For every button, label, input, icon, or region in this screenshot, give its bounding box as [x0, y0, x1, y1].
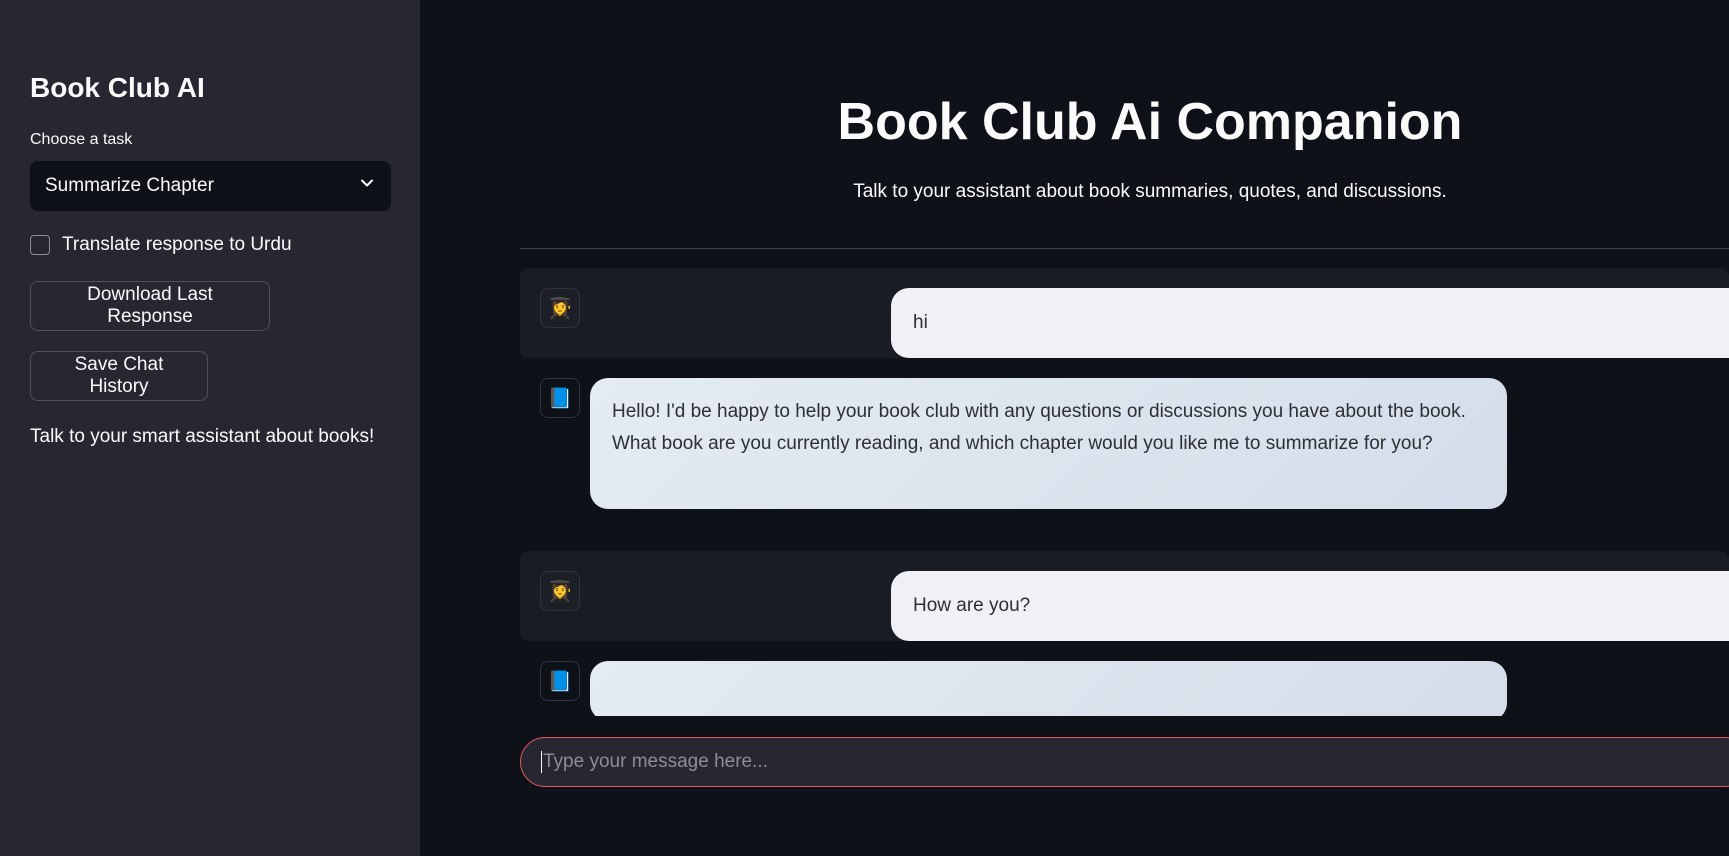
- chevron-down-icon: [359, 175, 375, 197]
- student-avatar-icon: 👩‍🎓: [540, 571, 580, 611]
- user-message-bubble: hi: [891, 288, 1729, 358]
- assistant-message-bubble: Hello! I'd be happy to help your book cl…: [590, 378, 1507, 509]
- save-chat-history-button[interactable]: Save Chat History: [30, 351, 208, 401]
- sidebar: Book Club AI Choose a task Summarize Cha…: [0, 0, 420, 856]
- chat-message-user: 👩‍🎓 How are you?: [520, 551, 1729, 641]
- task-select-label: Choose a task: [30, 131, 133, 148]
- page-title: Book Club Ai Companion: [837, 93, 1463, 151]
- translate-urdu-checkbox[interactable]: [30, 235, 50, 255]
- student-avatar-icon: 👩‍🎓: [540, 288, 580, 328]
- user-message-bubble: How are you?: [891, 571, 1729, 641]
- chat-message-assistant: 📘 Hello! I'd be happy to help your book …: [520, 378, 1729, 522]
- download-last-response-button[interactable]: Download Last Response: [30, 281, 270, 331]
- translate-urdu-label: Translate response to Urdu: [62, 234, 292, 255]
- blue-book-icon: 📘: [540, 378, 580, 418]
- page-subtitle: Talk to your assistant about book summar…: [853, 181, 1447, 202]
- sidebar-tagline: Talk to your smart assistant about books…: [30, 426, 375, 447]
- task-select-value: Summarize Chapter: [45, 175, 214, 196]
- chat-message-user: 👩‍🎓 hi: [520, 268, 1729, 358]
- sidebar-title: Book Club AI: [30, 72, 205, 103]
- task-select[interactable]: Summarize Chapter: [30, 161, 391, 211]
- blue-book-icon: 📘: [540, 661, 580, 701]
- chat-history[interactable]: 👩‍🎓 hi 📘 Hello! I'd be happy to help you…: [520, 268, 1729, 716]
- chat-input[interactable]: [541, 751, 1729, 773]
- chat-input-container[interactable]: [520, 737, 1729, 787]
- translate-urdu-option[interactable]: Translate response to Urdu: [30, 234, 292, 256]
- chat-message-assistant: 📘: [520, 661, 1729, 716]
- header-divider: [520, 248, 1729, 249]
- assistant-message-bubble: [590, 661, 1507, 716]
